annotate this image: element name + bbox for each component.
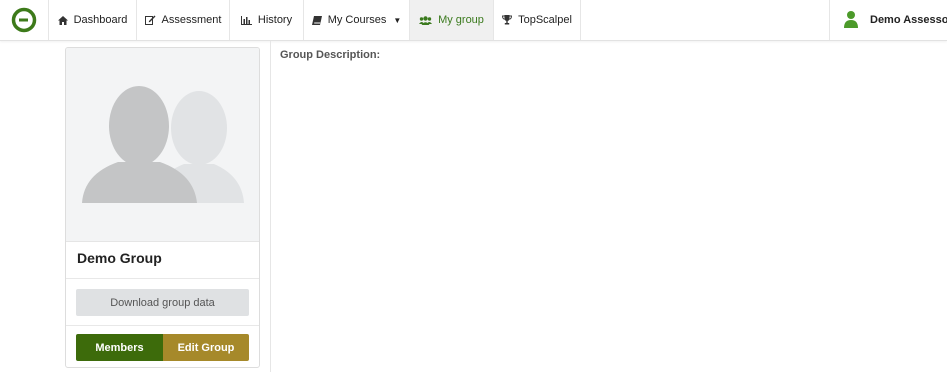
nav-assessment-label: Assessment xyxy=(161,14,222,26)
nav-topscalpel-label: TopScalpel xyxy=(518,14,572,26)
book-icon xyxy=(311,15,322,25)
group-description-label: Group Description: xyxy=(280,49,381,61)
nav-topscalpel[interactable]: TopScalpel xyxy=(494,0,581,40)
group-avatar xyxy=(66,48,259,242)
group-name: Demo Group xyxy=(77,250,162,266)
home-icon xyxy=(57,15,68,25)
divider xyxy=(66,278,259,279)
trophy-icon xyxy=(502,15,513,25)
nav-my-group-label: My group xyxy=(438,14,484,26)
user-menu[interactable]: Demo Assessor xyxy=(829,0,947,40)
content-divider xyxy=(270,41,271,372)
members-button[interactable]: Members xyxy=(76,334,163,361)
nav-assessment[interactable]: Assessment xyxy=(137,0,230,40)
user-icon xyxy=(844,10,858,31)
nav-history[interactable]: History xyxy=(230,0,304,40)
edit-icon xyxy=(144,15,156,25)
nav-dashboard-label: Dashboard xyxy=(73,14,128,26)
nav-my-courses-label: My Courses xyxy=(327,14,387,26)
nav-my-courses[interactable]: My Courses ▼ xyxy=(304,0,410,40)
nav-dashboard[interactable]: Dashboard xyxy=(49,0,137,40)
nav-my-group[interactable]: My group xyxy=(410,0,494,40)
users-icon xyxy=(419,15,433,25)
nav-history-label: History xyxy=(257,14,293,26)
brand-logo-icon xyxy=(11,7,37,33)
divider xyxy=(66,325,259,326)
group-avatar-icon xyxy=(82,86,244,203)
user-name: Demo Assessor xyxy=(870,14,947,26)
bar-chart-icon xyxy=(240,15,252,25)
chevron-down-icon: ▼ xyxy=(393,15,402,25)
download-group-data-button[interactable]: Download group data xyxy=(76,289,249,316)
edit-group-button[interactable]: Edit Group xyxy=(163,334,249,361)
brand-logo[interactable] xyxy=(0,0,49,40)
group-card: Demo Group Download group data Members E… xyxy=(65,47,260,368)
top-navbar: Dashboard Assessment History My Courses … xyxy=(0,0,947,41)
